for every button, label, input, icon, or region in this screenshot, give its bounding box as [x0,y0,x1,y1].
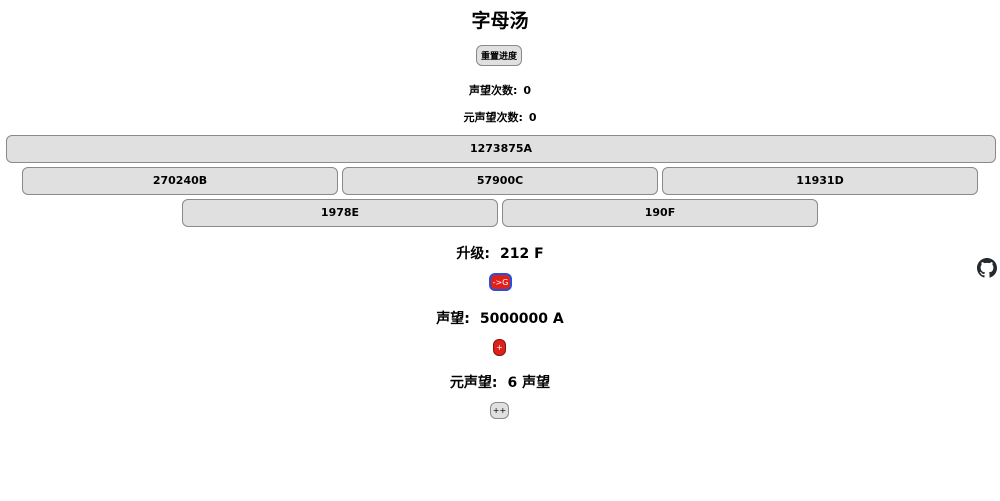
meta-prestige-count-label: 元声望次数: [463,111,523,124]
page-title: 字母汤 [471,10,529,32]
meta-prestige-count: 元声望次数: 0 [0,109,1000,125]
meta-prestige-value: 6 声望 [507,375,551,391]
upgrade-label: 升级: [456,246,490,262]
generator-d-button[interactable]: 11931D [662,167,978,195]
upgrade-button[interactable]: ->G [489,273,512,291]
meta-prestige-label: 元声望: [449,375,498,391]
upgrade-cost: 升级: 212 F [0,243,1000,263]
prestige-label: 声望: [436,311,470,327]
github-icon[interactable] [977,258,997,278]
generator-e-button[interactable]: 1978E [182,199,498,227]
meta-prestige-cost: 元声望: 6 声望 [0,372,1000,392]
prestige-count-value: 0 [523,84,532,97]
prestige-value: 5000000 A [479,311,564,327]
meta-prestige-count-value: 0 [528,111,537,124]
generator-f-button[interactable]: 190F [502,199,818,227]
generator-c-button[interactable]: 57900C [342,167,658,195]
generator-a-button[interactable]: 1273875A [6,135,996,163]
prestige-count: 声望次数: 0 [0,82,1000,98]
upgrade-value: 212 F [499,246,544,262]
meta-prestige-button[interactable]: ++ [490,402,509,419]
prestige-cost: 声望: 5000000 A [0,308,1000,328]
prestige-button[interactable]: + [493,339,506,356]
prestige-count-label: 声望次数: [468,84,518,97]
reset-progress-button[interactable]: 重置进度 [476,45,522,66]
generator-b-button[interactable]: 270240B [22,167,338,195]
